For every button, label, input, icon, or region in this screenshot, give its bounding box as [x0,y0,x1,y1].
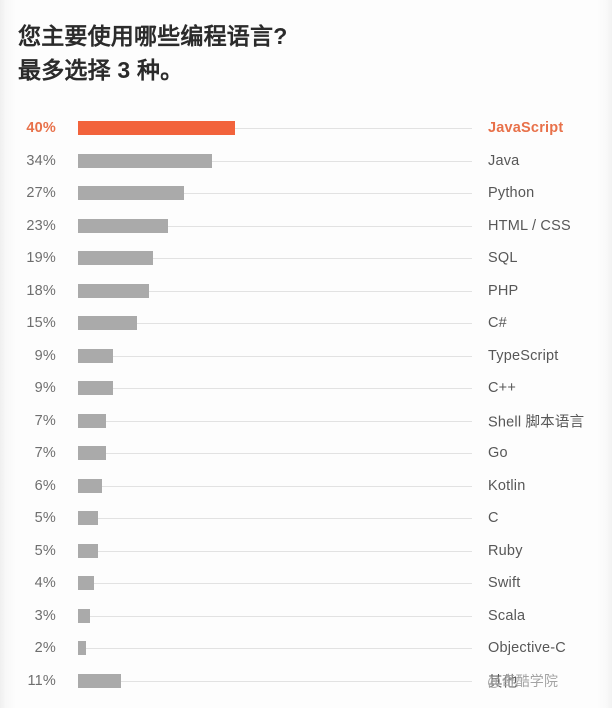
chart-row: 3% Scala [0,600,612,633]
row-percentage: 19% [26,250,56,267]
bar-track [78,283,472,298]
bar-track [78,381,472,396]
row-percentage: 23% [26,217,56,234]
chart-row: 5% Ruby [0,535,612,568]
bar [78,511,98,526]
bar [78,283,149,298]
row-label: C# [488,315,507,332]
chart-row: 5% C [0,502,612,535]
title-line-2: 最多选择 3 种。 [18,57,184,83]
chart-row: 34% Java [0,145,612,178]
chart-row: 7% Go [0,437,612,470]
row-percentage: 15% [26,315,56,332]
bar [78,543,98,558]
title-line-1: 您主要使用哪些编程语言? [18,23,288,49]
row-percentage: 9% [34,347,56,364]
row-label: Kotlin [488,477,526,494]
bar-track [78,641,472,656]
chart-row: 18% PHP [0,275,612,308]
chart-row: 9% C++ [0,372,612,405]
row-label: TypeScript [488,347,559,364]
bar-track [78,413,472,428]
chart-row: 23% HTML / CSS [0,210,612,243]
row-percentage: 7% [34,412,56,429]
chart-row: 2% Objective-C [0,632,612,665]
infographic-page: 您主要使用哪些编程语言? 最多选择 3 种。 40% JavaScript 34% J… [0,0,612,708]
bar-track [78,576,472,591]
chart-row: 6% Kotlin [0,470,612,503]
chart-row: 7% Shell 脚本语言 [0,405,612,438]
row-label: Go [488,445,508,462]
bar [78,218,169,233]
row-percentage: 4% [34,575,56,592]
bar [78,608,90,623]
bar [78,446,106,461]
row-label: SQL [488,250,518,267]
bar [78,251,153,266]
bar [78,641,86,656]
chart-row: 27% Python [0,177,612,210]
row-label: Ruby [488,542,523,559]
bar-track [78,153,472,168]
row-percentage: 11% [27,672,56,689]
row-label: Java [488,152,520,169]
bar [78,121,236,136]
row-percentage: 34% [26,152,56,169]
row-label: C++ [488,380,517,397]
row-percentage: 27% [26,185,56,202]
bar-track [78,121,472,136]
row-percentage: 5% [34,542,56,559]
page-title: 您主要使用哪些编程语言? 最多选择 3 种。 [18,19,538,87]
bar [78,478,102,493]
row-percentage: 5% [34,510,56,527]
bar [78,381,114,396]
row-percentage: 2% [34,640,56,657]
bar-track [78,511,472,526]
row-percentage: 6% [34,477,56,494]
chart-row: 4% Swift [0,567,612,600]
row-label: Objective-C [488,640,566,657]
row-percentage: 18% [26,282,56,299]
bar [78,673,122,688]
row-percentage: 40% [26,120,56,137]
bar [78,576,94,591]
bar-track [78,186,472,201]
bar-track [78,316,472,331]
bar-track [78,673,472,688]
bar [78,186,185,201]
chart-row: 19% SQL [0,242,612,275]
row-label: Scala [488,607,526,624]
watermark: @奇酷学院 [487,673,559,689]
bar [78,413,106,428]
row-label: Shell 脚本语言 [488,414,585,431]
bar-track [78,446,472,461]
bar-track [78,478,472,493]
bar-track [78,543,472,558]
row-label: HTML / CSS [488,217,571,234]
row-label: Python [488,185,535,202]
row-label: C [488,510,499,527]
chart-row: 9% TypeScript [0,340,612,373]
row-percentage: 3% [34,607,56,624]
bar-track [78,608,472,623]
row-percentage: 7% [34,445,56,462]
chart-row: 40% JavaScript [0,112,612,145]
bar [78,153,212,168]
bar-track [78,251,472,266]
language-bar-chart: 40% JavaScript 34% Java 27% Python 23% HTML / C… [0,112,612,697]
chart-row: 15% C# [0,307,612,340]
bar-track [78,218,472,233]
row-label: PHP [488,282,519,299]
row-label: JavaScript [488,120,564,137]
bar-track [78,348,472,363]
row-label: Swift [488,575,521,592]
row-percentage: 9% [34,380,56,397]
bar [78,316,137,331]
bar [78,348,114,363]
